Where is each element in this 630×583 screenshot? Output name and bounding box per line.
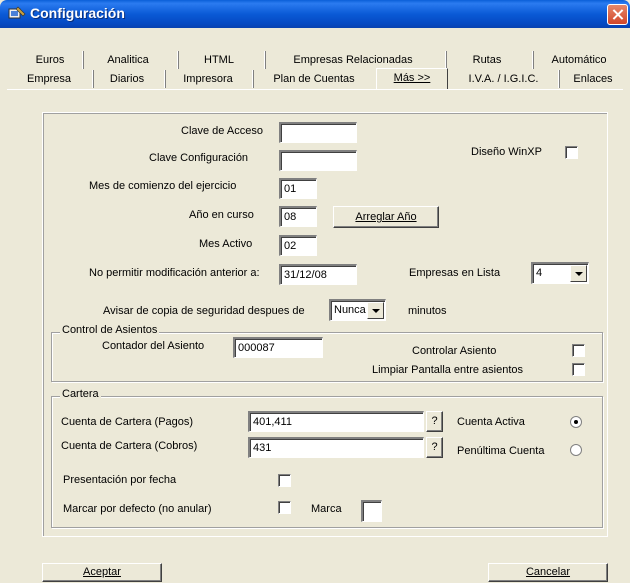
tab-iva-igic[interactable]: I.V.A. / I.G.I.C. bbox=[451, 70, 556, 88]
marcar-defecto-checkbox[interactable] bbox=[278, 501, 291, 514]
avisar-copia-select[interactable]: Nunca bbox=[329, 299, 386, 321]
tabs-divider bbox=[7, 89, 623, 90]
controlar-label: Controlar Asiento bbox=[412, 345, 497, 357]
tab-label: Más >> bbox=[393, 72, 431, 84]
tab-analitica[interactable]: Analitica bbox=[85, 51, 171, 69]
tab-separator bbox=[164, 70, 166, 88]
tab-plan-de-cuentas[interactable]: Plan de Cuentas bbox=[255, 70, 373, 88]
window-title: Configuración bbox=[30, 5, 125, 21]
cartera-legend: Cartera bbox=[60, 388, 101, 400]
help-icon: ? bbox=[431, 415, 438, 427]
mes-activo-input[interactable]: 02 bbox=[279, 235, 317, 256]
contador-label: Contador del Asiento bbox=[102, 340, 205, 352]
tab-enlaces[interactable]: Enlaces bbox=[562, 70, 624, 88]
tab-label: Euros bbox=[35, 54, 65, 66]
tab-diarios[interactable]: Diarios bbox=[96, 70, 158, 88]
select-value: 4 bbox=[536, 267, 543, 279]
anio-curso-label: Año en curso bbox=[189, 209, 254, 221]
mes-activo-label: Mes Activo bbox=[199, 238, 253, 250]
tab-empresa[interactable]: Empresa bbox=[8, 70, 90, 88]
tab-automatico[interactable]: Automático bbox=[535, 51, 623, 69]
anio-curso-input[interactable]: 08 bbox=[279, 206, 317, 227]
tab-label: I.V.A. / I.G.I.C. bbox=[468, 73, 539, 85]
tab-separator bbox=[252, 70, 254, 88]
tab-separator bbox=[558, 70, 560, 88]
cancelar-button[interactable]: Cancelar bbox=[488, 563, 608, 582]
cobros-label: Cuenta de Cartera (Cobros) bbox=[61, 440, 198, 452]
control-asientos-legend: Control de Asientos bbox=[60, 324, 160, 336]
aceptar-button[interactable]: Aceptar bbox=[42, 563, 162, 582]
tab-separator bbox=[92, 70, 94, 88]
empresas-lista-select[interactable]: 4 bbox=[531, 262, 589, 284]
diseno-winxp-label: Diseño WinXP bbox=[471, 146, 542, 158]
cobros-input[interactable]: 431 bbox=[248, 437, 424, 458]
tab-separator bbox=[177, 51, 179, 69]
cobros-help-button[interactable]: ? bbox=[426, 437, 443, 458]
close-icon[interactable] bbox=[607, 4, 628, 25]
title-bar[interactable]: Configuración bbox=[0, 0, 630, 28]
marca-label: Marca bbox=[311, 503, 342, 515]
clave-config-input[interactable] bbox=[279, 150, 357, 171]
marcar-defecto-label: Marcar por defecto (no anular) bbox=[63, 503, 212, 515]
tab-label: Analitica bbox=[107, 54, 149, 66]
button-label: Arreglar Año bbox=[355, 211, 417, 223]
tab-separator bbox=[445, 51, 447, 69]
penultima-radio[interactable] bbox=[570, 444, 582, 456]
select-value: Nunca bbox=[334, 304, 366, 316]
tab-mas[interactable]: Más >> bbox=[376, 68, 448, 89]
controlar-checkbox[interactable] bbox=[572, 344, 585, 357]
tab-separator bbox=[532, 51, 534, 69]
pagos-help-button[interactable]: ? bbox=[426, 411, 443, 432]
button-label: Aceptar bbox=[83, 566, 121, 578]
limpiar-label: Limpiar Pantalla entre asientos bbox=[372, 364, 524, 376]
clave-config-label: Clave Configuración bbox=[149, 152, 249, 164]
arreglar-anio-button[interactable]: Arreglar Año bbox=[333, 206, 439, 228]
limpiar-checkbox[interactable] bbox=[572, 363, 585, 376]
empresas-lista-label: Empresas en Lista bbox=[409, 267, 501, 279]
tab-empresas-relacionadas[interactable]: Empresas Relacionadas bbox=[267, 51, 439, 69]
chevron-down-icon[interactable] bbox=[367, 302, 384, 319]
presentacion-fecha-checkbox[interactable] bbox=[278, 474, 291, 487]
tab-separator bbox=[82, 51, 84, 69]
mes-comienzo-input[interactable]: 01 bbox=[279, 178, 317, 199]
tab-label: Empresas Relacionadas bbox=[293, 54, 413, 66]
marca-input[interactable] bbox=[361, 500, 382, 522]
penultima-label: Penúltima Cuenta bbox=[457, 445, 545, 457]
tab-impresora[interactable]: Impresora bbox=[167, 70, 249, 88]
avisar-copia-label: Avisar de copia de seguridad despues de bbox=[103, 305, 305, 317]
mes-comienzo-label: Mes de comienzo del ejercicio bbox=[89, 180, 237, 192]
cuenta-activa-label: Cuenta Activa bbox=[457, 416, 525, 428]
cuenta-activa-radio[interactable] bbox=[570, 416, 582, 428]
contador-input[interactable]: 000087 bbox=[233, 337, 323, 358]
options-panel: Clave de Acceso Clave Configuración Dise… bbox=[42, 112, 608, 537]
tab-euros[interactable]: Euros bbox=[20, 51, 80, 69]
clave-acceso-label: Clave de Acceso bbox=[181, 125, 263, 137]
diseno-winxp-checkbox[interactable] bbox=[565, 146, 578, 159]
configuracion-window: Configuración Euros Analitica HTML Empre… bbox=[0, 0, 630, 583]
app-icon bbox=[8, 6, 26, 19]
clave-acceso-input[interactable] bbox=[279, 122, 357, 143]
tab-label: Enlaces bbox=[573, 73, 613, 85]
tab-label: Impresora bbox=[183, 73, 233, 85]
no-permitir-label: No permitir modificación anterior a: bbox=[89, 267, 260, 279]
no-permitir-input[interactable]: 31/12/08 bbox=[279, 264, 357, 285]
chevron-down-icon[interactable] bbox=[570, 265, 587, 282]
button-label: Cancelar bbox=[525, 566, 571, 578]
tab-label: HTML bbox=[204, 54, 234, 66]
tab-separator bbox=[264, 51, 266, 69]
tab-label: Diarios bbox=[109, 73, 145, 85]
tab-label: Rutas bbox=[472, 54, 502, 66]
tab-label: Plan de Cuentas bbox=[273, 73, 355, 85]
minutos-label: minutos bbox=[408, 305, 447, 317]
pagos-label: Cuenta de Cartera (Pagos) bbox=[61, 416, 194, 428]
tab-html[interactable]: HTML bbox=[180, 51, 258, 69]
presentacion-fecha-label: Presentación por fecha bbox=[63, 474, 177, 486]
tab-label: Automático bbox=[551, 54, 607, 66]
tab-rutas[interactable]: Rutas bbox=[448, 51, 526, 69]
tab-label: Empresa bbox=[26, 73, 72, 85]
pagos-input[interactable]: 401,411 bbox=[248, 411, 424, 432]
help-icon: ? bbox=[431, 441, 438, 453]
